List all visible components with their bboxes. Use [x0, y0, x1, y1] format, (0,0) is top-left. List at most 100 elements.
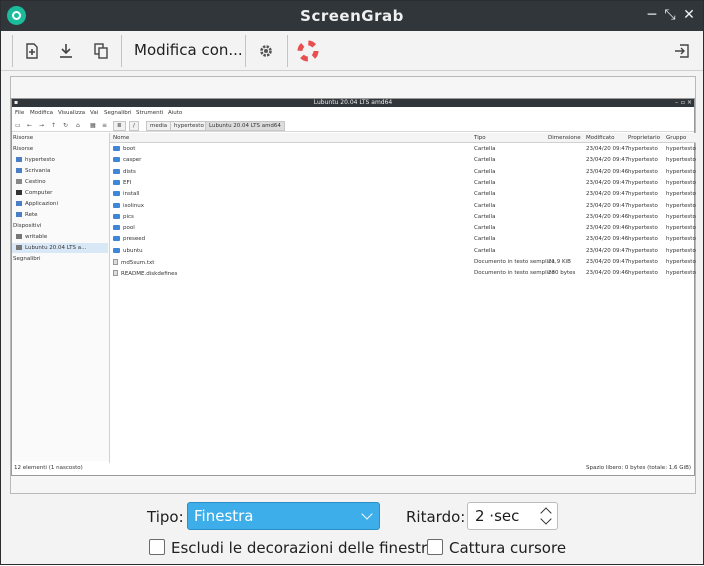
new-screenshot-icon: [26, 43, 38, 59]
preview-file-row: casper Cartella 23/04/20 09:47 hypertesto hy…: [110, 155, 696, 166]
preview-file-type: Cartella: [474, 225, 496, 232]
preview-file-modified: 23/04/20 09:46: [586, 225, 629, 232]
preview-column-header: Tipo: [474, 135, 486, 141]
folder-icon: [113, 168, 120, 174]
help-button[interactable]: [295, 38, 321, 64]
preview-file-owner: hypertesto: [628, 236, 658, 243]
preview-file-name: casper: [113, 157, 141, 163]
preview-file-group: hypertesto: [666, 213, 696, 220]
preview-file-row: preseed Cartella 23/04/20 09:46 hypertesto h…: [110, 234, 696, 245]
preview-sidebar-header: Risorse: [13, 146, 34, 152]
preview-column-header: Nome: [113, 135, 130, 141]
delay-value: 2 ·sec: [475, 507, 520, 525]
capture-options: Tipo: Finestra Ritardo: 2 ·sec Escludi l…: [1, 496, 703, 566]
preview-maximize-icon: ▫: [680, 99, 685, 106]
toolbar-separator: [287, 35, 288, 67]
preview-crumb: Lubuntu 20.04 LTS amd64: [205, 121, 285, 131]
preview-sidebar-item: hypertesto: [16, 155, 55, 165]
exclude-decorations-label[interactable]: Escludi le decorazioni delle finestre: [171, 539, 436, 557]
capture-cursor-label[interactable]: Cattura cursore: [449, 539, 566, 557]
preview-home-icon: ⌂: [76, 122, 80, 129]
preview-file-type: Cartella: [474, 191, 496, 198]
preview-menu-item: Strumenti: [136, 110, 164, 116]
preview-file-type: Cartella: [474, 157, 496, 164]
preview-window-title: Lubuntu 20.04 LTS amd64 ▪ – ▫ ×: [12, 99, 694, 107]
preview-file-type: Cartella: [474, 202, 496, 209]
folder-icon: [113, 191, 120, 197]
preview-file-name: install: [113, 191, 139, 197]
preview-view-icon: ≡: [102, 122, 108, 129]
delay-spinbox[interactable]: 2 ·sec: [467, 502, 558, 530]
preview-file-group: hypertesto: [666, 179, 696, 186]
preview-file-name: isolinux: [113, 202, 144, 209]
preview-sidebar-header: Risorse: [13, 135, 34, 141]
preview-file-owner: hypertesto: [628, 225, 658, 232]
save-icon: [60, 44, 72, 58]
preview-file-type: Cartella: [474, 213, 496, 220]
preview-file-group: hypertesto: [666, 259, 696, 265]
preview-file-name: pool: [113, 225, 135, 231]
preview-column-header: Dimensione: [548, 135, 581, 141]
exit-button[interactable]: [669, 38, 695, 64]
folder-icon: [113, 146, 120, 151]
preview-file-name: README.diskdefines: [113, 270, 177, 277]
preview-file-owner: hypertesto: [628, 168, 658, 175]
preview-file-owner: hypertesto: [628, 202, 658, 209]
preview-file-owner: hypertesto: [628, 213, 658, 220]
preview-sidebar-item: Cestino: [16, 177, 46, 187]
preview-file-group: hypertesto: [666, 202, 696, 209]
preview-file-name: md5sum.txt: [113, 259, 154, 266]
preview-file-group: hypertesto: [666, 168, 696, 175]
preview-file-row: dists Cartella 23/04/20 09:46 hypertesto hyp…: [110, 167, 696, 178]
save-button[interactable]: [53, 38, 79, 64]
folder-icon: [113, 157, 120, 163]
toolbar-separator: [12, 35, 13, 67]
preview-file-row: ubuntu Cartella 23/04/20 09:47 hypertesto hy…: [110, 246, 696, 257]
screenshot-preview: Lubuntu 20.04 LTS amd64 ▪ – ▫ × File Mod…: [11, 98, 696, 476]
preview-sidebar-header: Dispositivi: [13, 223, 42, 229]
preview-file-type: Documento in testo semplice: [474, 259, 555, 265]
preview-tab-icon: ▭: [15, 122, 21, 129]
text-file-icon: [113, 259, 118, 265]
preview-file-type: Cartella: [474, 236, 496, 243]
preview-close-icon: ×: [686, 99, 692, 106]
new-screenshot-button[interactable]: [19, 38, 45, 64]
preview-file-modified: 23/04/20 09:47: [586, 202, 629, 209]
copy-button[interactable]: [88, 38, 114, 64]
help-icon: [297, 40, 319, 62]
preview-file-row: isolinux Cartella 23/04/20 09:47 hypertesto…: [110, 201, 696, 212]
preview-file-modified: 23/04/20 09:47: [586, 146, 629, 152]
preview-file-group: hypertesto: [666, 191, 696, 198]
maximize-button[interactable]: ⤡: [661, 6, 679, 24]
preview-status-right: Spazio libero: 0 bytes (totale: 1,6 GiB): [586, 465, 691, 471]
preview-sidebar-item: writable: [16, 232, 47, 242]
preview-file-row: boot Cartella 23/04/20 09:47 hypertesto hype…: [110, 144, 696, 155]
folder-icon: [113, 225, 120, 231]
preview-sidebar-item: Applicazioni: [16, 199, 58, 209]
preview-file-owner: hypertesto: [628, 157, 658, 164]
preview-back-icon: ←: [27, 122, 33, 129]
preview-column-header: Gruppo: [666, 135, 687, 141]
settings-button[interactable]: [253, 38, 279, 64]
preview-menu-item: Segnalibri: [104, 110, 132, 116]
toolbar-separator: [121, 35, 122, 67]
minimize-button[interactable]: ─: [643, 6, 661, 24]
close-button[interactable]: ✕: [680, 6, 698, 24]
edit-with-button[interactable]: Modifica con...: [134, 41, 243, 59]
preview-minimize-icon: –: [675, 99, 678, 106]
preview-view-icon: ▦: [90, 122, 96, 129]
preview-sidebar-item: Lubuntu 20.04 LTS a...: [12, 243, 108, 253]
preview-file-row: install Cartella 23/04/20 09:47 hypertesto h…: [110, 189, 696, 200]
preview-file-type: Cartella: [474, 247, 496, 254]
preview-file-row: pics Cartella 23/04/20 09:46 hypertesto hype…: [110, 212, 696, 223]
screengrab-window: ScreenGrab ─ ⤡ ✕ Modifica con... Lubuntu…: [0, 0, 704, 565]
preview-sidebar-item: Scrivania: [16, 166, 50, 176]
capture-cursor-checkbox[interactable]: [427, 539, 443, 555]
preview-file-modified: 23/04/20 09:47: [586, 157, 629, 164]
preview-sidebar-item: Rete: [16, 210, 38, 220]
preview-sidebar: Risorse Risorse hypertesto Scrivania Ces…: [12, 133, 109, 461]
preview-menu-item: Vai: [90, 110, 99, 116]
chevron-down-icon: [361, 508, 373, 520]
exclude-decorations-checkbox[interactable]: [149, 539, 165, 555]
type-combobox[interactable]: Finestra: [187, 502, 380, 530]
